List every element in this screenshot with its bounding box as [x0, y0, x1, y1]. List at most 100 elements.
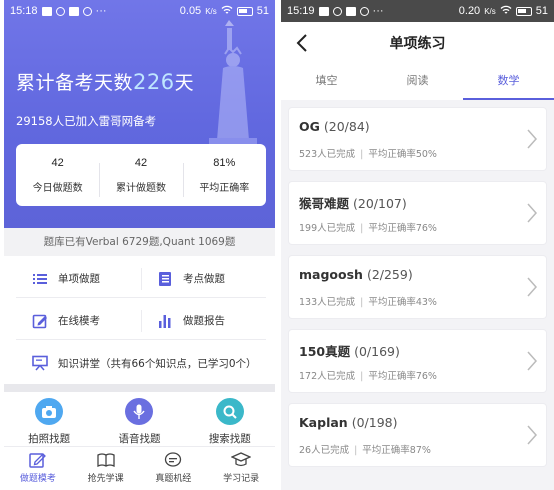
online-mock-button[interactable]: 在线模考: [16, 302, 141, 339]
search-icon: [215, 398, 244, 425]
more-icon: ···: [95, 5, 107, 17]
item-accuracy: 平均正确率43%: [368, 297, 437, 308]
text-search-button[interactable]: 搜索找题: [185, 392, 275, 446]
stat-accuracy: 81% 平均正确率: [182, 157, 266, 197]
mail-icon: [345, 6, 356, 16]
battery-icon: [236, 6, 253, 16]
chevron-right-icon: [527, 129, 538, 149]
book-icon: [96, 453, 115, 468]
practice-list: OG (20/84) 523人已完成 | 平均正确率50% 猴哥难题 (20/107) …: [289, 108, 546, 478]
bar-chart-icon: [159, 314, 171, 328]
practice-report-button[interactable]: 做题报告: [141, 302, 266, 339]
battery-level: 51: [535, 5, 548, 17]
status-bar: 15:18 ··· 0.05 K/s 51: [10, 5, 269, 18]
item-progress: (20/84): [323, 119, 370, 134]
home-screen: 15:18 ··· 0.05 K/s 51 累计备考天数226天 29158人已…: [4, 0, 275, 490]
list-item[interactable]: 猴哥难题 (20/107) 199人已完成 | 平均正确率76%: [289, 182, 546, 244]
subject-tabs: 填空 阅读 数学: [281, 64, 554, 100]
graduation-cap-icon: [231, 452, 252, 467]
microphone-icon: [125, 398, 154, 425]
tab-fill-blank[interactable]: 填空: [281, 64, 372, 100]
study-days-count: 226: [133, 70, 175, 94]
item-name: Kaplan: [299, 415, 348, 430]
voice-search-button[interactable]: 语音找题: [94, 392, 184, 446]
network-speed: 0.20: [458, 5, 481, 17]
online-mock-label: 在线模考: [58, 315, 100, 327]
account-icon: [82, 6, 92, 16]
section-divider: [4, 384, 275, 392]
more-icon: ···: [372, 5, 384, 17]
edit-icon: [29, 453, 46, 468]
sync-icon: [332, 6, 342, 16]
notification-icon: [41, 6, 52, 16]
status-time: 15:19: [287, 5, 315, 17]
battery-icon: [515, 6, 532, 16]
account-icon: [359, 6, 369, 16]
item-progress: (2/259): [366, 267, 413, 282]
page-title: 单项练习: [389, 36, 446, 52]
tab-label: 真题机经: [155, 474, 192, 484]
list-item[interactable]: OG (20/84) 523人已完成 | 平均正确率50%: [289, 108, 546, 170]
item-accuracy: 平均正确率87%: [362, 445, 431, 456]
status-time: 15:18: [10, 5, 38, 17]
list-item[interactable]: magoosh (2/259) 133人已完成 | 平均正确率43%: [289, 256, 546, 318]
study-days-label: 累计备考天数: [16, 72, 134, 94]
tab-reading[interactable]: 阅读: [372, 64, 463, 100]
tab-label: 做题模考: [19, 474, 56, 484]
tab-real-questions[interactable]: 真题机经: [140, 447, 208, 490]
item-accuracy: 平均正确率76%: [368, 223, 437, 234]
item-name: 猴哥难题: [299, 196, 350, 211]
item-name: magoosh: [299, 267, 363, 282]
single-practice-label: 单项做题: [58, 273, 100, 285]
stat-value: 42: [51, 156, 64, 169]
chevron-right-icon: [527, 203, 538, 223]
chevron-right-icon: [527, 351, 538, 371]
stat-total: 42 累计做题数: [99, 157, 182, 197]
chevron-right-icon: [527, 425, 538, 445]
item-accuracy: 平均正确率50%: [368, 149, 437, 160]
status-bar: 15:19 ··· 0.20 K/s 51: [281, 0, 554, 22]
stat-today: 42 今日做题数: [16, 157, 99, 194]
wifi-icon: [500, 5, 512, 18]
header: 单项练习: [281, 22, 554, 64]
study-days-title: 累计备考天数226天: [16, 68, 194, 95]
item-completed: 523人已完成: [299, 149, 356, 160]
joined-users-text: 29158人已加入雷哥网备考: [16, 114, 157, 128]
camera-icon: [35, 398, 64, 425]
tab-practice-mock[interactable]: 做题模考: [4, 447, 72, 490]
topic-practice-button[interactable]: 考点做题: [141, 260, 266, 297]
chat-icon: [165, 452, 182, 467]
wifi-icon: [221, 5, 233, 18]
edit-icon: [32, 314, 47, 328]
stats-card: 42 今日做题数 42 累计做题数 81% 平均正确率: [16, 144, 266, 206]
bottom-tab-bar: 做题模考 抢先学课 真题机经 学习记录: [4, 446, 275, 490]
knowledge-lecture-button[interactable]: 知识讲堂（共有66个知识点，已学习0个）: [16, 344, 266, 382]
notebook-icon: [159, 271, 171, 286]
list-icon: [33, 273, 47, 284]
presentation-icon: [32, 355, 48, 371]
voice-search-label: 语音找题: [118, 433, 161, 445]
chevron-right-icon: [527, 277, 538, 297]
stat-label: 累计做题数: [115, 182, 166, 194]
tab-study-records[interactable]: 学习记录: [207, 447, 275, 490]
item-name: OG: [299, 119, 320, 134]
knowledge-lecture-label: 知识讲堂（共有66个知识点，已学习0个）: [58, 357, 257, 370]
item-completed: 199人已完成: [299, 223, 356, 234]
tab-math[interactable]: 数学: [463, 64, 554, 100]
item-accuracy: 平均正确率76%: [368, 371, 437, 382]
item-completed: 172人已完成: [299, 371, 356, 382]
search-tools: 拍照找题 语音找题 搜索找题: [4, 392, 275, 446]
network-speed: 0.05: [179, 5, 202, 17]
single-practice-button[interactable]: 单项做题: [16, 260, 141, 297]
list-item[interactable]: 150真题 (0/169) 172人已完成 | 平均正确率76%: [289, 330, 546, 392]
hero-banner: 15:18 ··· 0.05 K/s 51 累计备考天数226天 29158人已…: [4, 0, 275, 228]
notification-icon: [318, 6, 329, 16]
app-screens: 15:18 ··· 0.05 K/s 51 累计备考天数226天 29158人已…: [0, 0, 554, 490]
question-bank-info: 题库已有Verbal 6729题,Quant 1069题: [4, 228, 275, 256]
tab-label: 抢先学课: [87, 474, 124, 484]
list-item[interactable]: Kaplan (0/198) 26人已完成 | 平均正确率87%: [289, 404, 546, 466]
practice-menu: 单项做题 考点做题 在线模考 做题报告 知识讲堂（共有66个知识点，已学习0个）: [4, 256, 275, 384]
photo-search-button[interactable]: 拍照找题: [4, 392, 94, 446]
tab-courses[interactable]: 抢先学课: [72, 447, 140, 490]
back-arrow-icon[interactable]: [293, 32, 313, 54]
